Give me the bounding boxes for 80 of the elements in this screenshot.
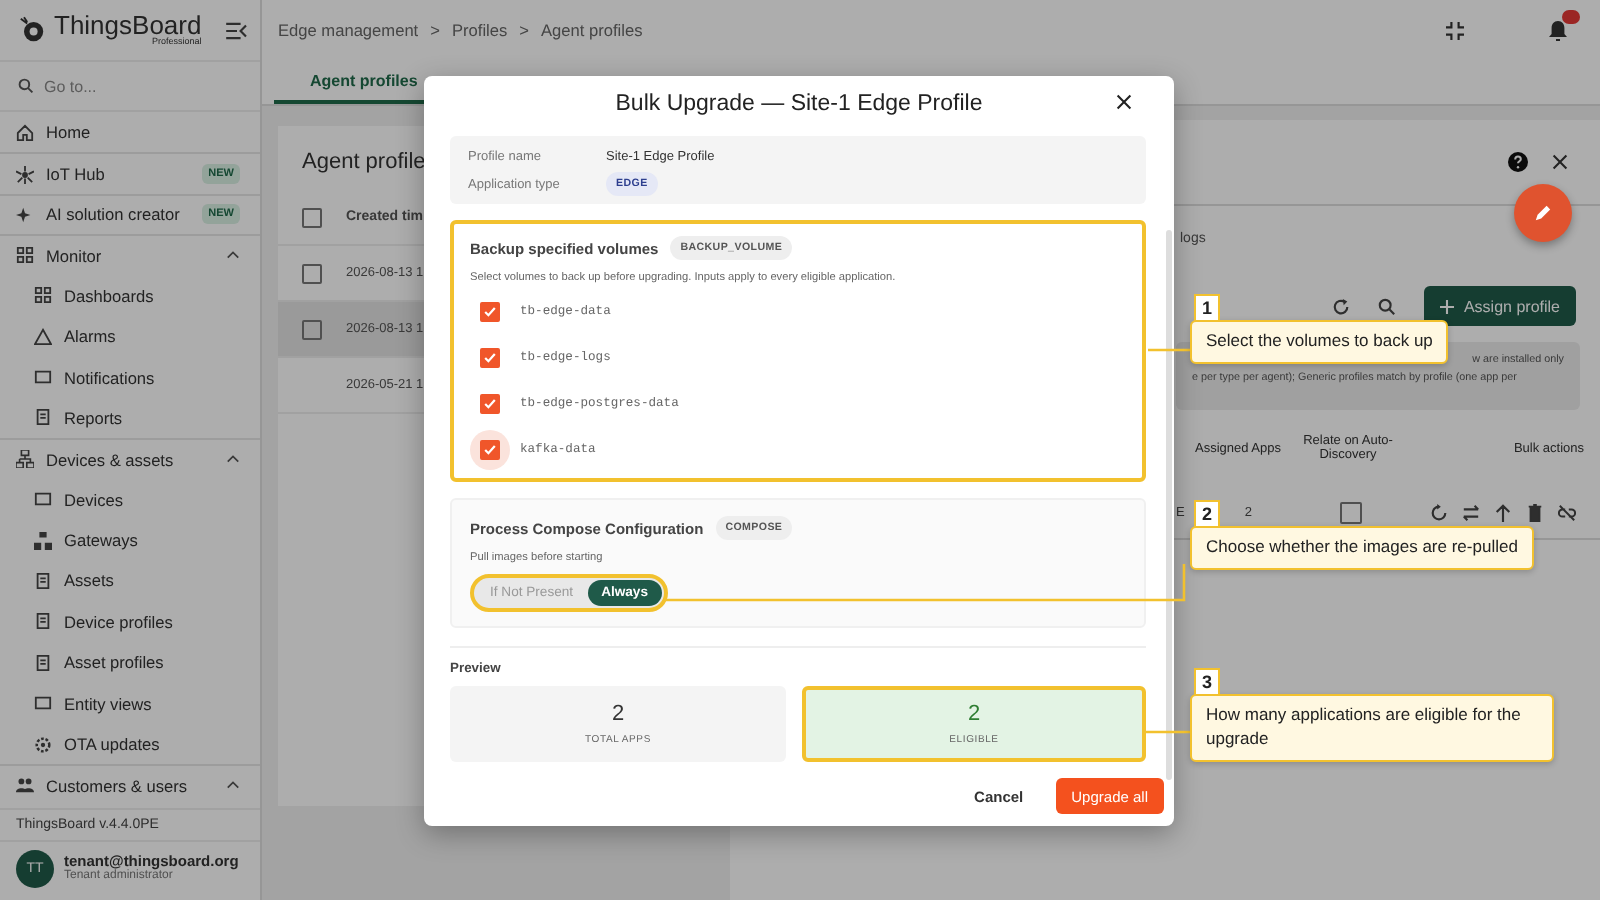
nav-item[interactable]: Assets [0, 560, 260, 602]
breadcrumb-separator: > [519, 20, 530, 40]
search-icon [18, 78, 34, 94]
arrow-up-icon[interactable] [1494, 503, 1512, 521]
sparkle-icon [16, 205, 34, 224]
callout-text: Choose whether the images are re-pulled [1190, 526, 1534, 570]
scrollbar[interactable] [1166, 230, 1172, 780]
nav-item[interactable]: Devices [0, 479, 260, 520]
breadcrumb-separator: > [430, 20, 440, 40]
menu-collapse-icon[interactable] [226, 21, 248, 39]
assign-profile-button[interactable]: Assign profile [1423, 286, 1576, 326]
logo-text: ThingsBoard [54, 12, 202, 39]
chevron-icon[interactable] [226, 780, 240, 791]
breadcrumb-link[interactable]: Profiles [451, 20, 508, 40]
close-icon[interactable] [1552, 154, 1568, 170]
stat-value: 2 [611, 702, 625, 726]
list-title: Agent profile [302, 150, 426, 174]
gateway-icon [34, 531, 52, 550]
square-icon [34, 694, 52, 713]
search-field[interactable]: Go to... [44, 77, 224, 95]
grid-icon [16, 246, 34, 265]
nav-item[interactable]: Device profiles [0, 601, 260, 643]
nav-item[interactable]: Customers & users [0, 764, 260, 806]
breadcrumb-link[interactable]: Edge management [278, 20, 419, 40]
callout-number: 1 [1194, 294, 1221, 322]
nav-item[interactable]: Devices & assets [0, 438, 260, 480]
pencil-icon [1534, 204, 1552, 222]
hub-icon [16, 165, 34, 184]
swap-icon[interactable] [1462, 503, 1480, 521]
refresh-icon[interactable] [1331, 297, 1350, 315]
nav-item[interactable]: Home [0, 112, 260, 153]
chevron-icon[interactable] [226, 454, 240, 465]
doc-icon [34, 408, 52, 427]
callout-text: Select the volumes to back up [1190, 320, 1449, 364]
square-icon [34, 368, 52, 387]
nav-item[interactable]: Alarms [0, 315, 260, 357]
checkbox[interactable] [302, 263, 322, 283]
warning-icon [34, 327, 52, 346]
dialog-title: Bulk Upgrade — Site-1 Edge Profile [615, 91, 983, 115]
callout-text: How many applications are eligible for the upgrade [1190, 694, 1554, 762]
square-icon [34, 490, 52, 509]
search-icon[interactable] [1377, 297, 1396, 315]
checkbox[interactable] [480, 393, 500, 413]
checkbox[interactable] [1339, 501, 1362, 523]
unlink-icon[interactable] [1558, 503, 1576, 521]
nav-item[interactable]: Gateways [0, 519, 260, 561]
checkbox[interactable] [302, 207, 322, 227]
doc-icon [34, 612, 52, 631]
nav-item[interactable]: Notifications [0, 356, 260, 398]
close-icon[interactable] [1116, 94, 1132, 110]
delete-icon[interactable] [1526, 503, 1544, 521]
bell-icon[interactable] [1548, 19, 1568, 41]
doc-icon [34, 653, 52, 672]
checkbox[interactable] [480, 347, 500, 367]
checkbox[interactable] [302, 319, 322, 339]
checkbox[interactable] [480, 301, 500, 321]
restart-icon[interactable] [1430, 503, 1448, 521]
nav-item[interactable]: Monitor [0, 234, 260, 276]
notification-badge-icon [1562, 9, 1580, 23]
nav-item[interactable]: Entity views [0, 682, 260, 724]
doc-icon [34, 571, 52, 590]
logo-icon [16, 14, 48, 46]
gear-icon [34, 735, 52, 754]
nav-item[interactable]: OTA updates [0, 723, 260, 765]
tree-icon [16, 450, 34, 469]
checkbox[interactable] [480, 439, 500, 459]
plus-icon [1439, 299, 1454, 313]
nav-item[interactable]: Reports [0, 397, 260, 439]
stat-value: 2 [967, 702, 981, 726]
fullscreen-icon[interactable] [1446, 21, 1464, 39]
callout-number: 3 [1194, 668, 1221, 696]
nav-item[interactable]: Asset profiles [0, 642, 260, 683]
callout-number: 2 [1194, 500, 1221, 528]
grid-icon [34, 286, 52, 305]
nav-item[interactable]: Dashboards [0, 275, 260, 316]
breadcrumb-link[interactable]: Agent profiles [541, 20, 643, 40]
help-icon[interactable] [1508, 152, 1528, 172]
people-icon [16, 776, 34, 795]
house-icon [16, 123, 34, 142]
chevron-icon[interactable] [226, 250, 240, 261]
